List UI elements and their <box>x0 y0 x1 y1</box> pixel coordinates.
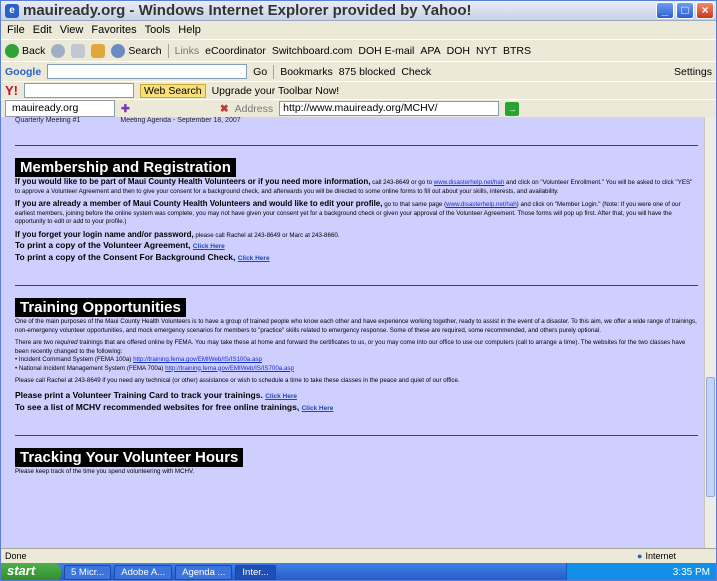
forward-arrow-icon[interactable] <box>51 43 66 58</box>
disasterhelp-link-2[interactable]: www.disasterhelp.net/hah <box>446 201 517 208</box>
clock: 3:35 PM <box>672 567 710 578</box>
globe-icon: ● <box>637 551 643 561</box>
link-nyt[interactable]: NYT <box>476 45 497 57</box>
training-heading: Training Opportunities <box>15 298 186 317</box>
training-websites: To see a list of MCHV recommended websit… <box>15 401 334 412</box>
menu-view[interactable]: View <box>60 24 84 36</box>
training-paragraph-2: There are two required trainings that ar… <box>15 339 686 372</box>
taskbar-item-ie[interactable]: Inter... <box>235 565 276 580</box>
start-button[interactable]: start <box>1 563 61 580</box>
search-button[interactable]: Search <box>111 43 162 58</box>
browser-window: e mauiready.org - Windows Internet Explo… <box>0 0 717 581</box>
membership-paragraph-1: If you would like to be part of Maui Cou… <box>15 177 693 195</box>
page-content: Quarterly Meeting #1 Meeting Agenda - Se… <box>1 117 706 548</box>
ie-logo-icon: e <box>5 3 19 18</box>
disasterhelp-link[interactable]: www.disasterhelp.net/hah <box>434 179 505 186</box>
security-zone: ● Internet <box>637 551 676 561</box>
links-label: Links <box>174 44 200 57</box>
menu-favorites[interactable]: Favorites <box>91 24 136 36</box>
title-bar: e mauiready.org - Windows Internet Explo… <box>1 1 716 21</box>
popups-blocked[interactable]: 875 blocked <box>339 66 396 78</box>
hours-paragraph: Please keep track of the time you spend … <box>15 467 195 475</box>
websites-click-here-link[interactable]: Click Here <box>302 405 334 412</box>
link-doh-email[interactable]: DOH E-mail <box>358 45 414 57</box>
go-icon[interactable]: → <box>505 101 520 116</box>
google-go-button[interactable]: Go <box>253 66 267 78</box>
training-card: Please print a Volunteer Training Card t… <box>15 389 297 400</box>
tab-mauiready[interactable]: mauiready.org <box>5 100 115 117</box>
divider <box>15 145 698 146</box>
training-paragraph-1: One of the main purposes of the Maui Cou… <box>15 318 697 334</box>
training-paragraph-3: Please call Rachel at 243-8649 if you ne… <box>15 377 460 384</box>
back-arrow-icon <box>5 43 19 58</box>
back-button[interactable]: Back <box>5 43 45 58</box>
close-button[interactable]: × <box>696 2 714 19</box>
meeting-date: Meeting Agenda - September 18, 2007 <box>120 117 241 124</box>
taskbar-item-word[interactable]: 5 Micr... <box>64 565 112 580</box>
link-apa[interactable]: APA <box>420 45 440 57</box>
meeting-number: Quarterly Meeting #1 <box>15 117 81 124</box>
fema-700a-link[interactable]: http://training.fema.gov/EMIWeb/IS/IS700… <box>165 365 294 372</box>
consent-click-here-link[interactable]: Click Here <box>238 255 270 262</box>
hours-heading: Tracking Your Volunteer Hours <box>15 447 244 467</box>
vertical-scrollbar[interactable] <box>704 117 716 548</box>
new-tab-icon[interactable]: ✚ <box>121 103 130 115</box>
membership-paragraph-2: If you are already a member of Maui Coun… <box>15 199 681 225</box>
window-title: mauiready.org - Windows Internet Explore… <box>23 2 472 19</box>
print-consent: To print a copy of the Consent For Backg… <box>15 252 270 262</box>
link-doh[interactable]: DOH <box>447 45 470 57</box>
meeting-header: Quarterly Meeting #1 Meeting Agenda - Se… <box>15 117 698 124</box>
status-bar: Done ● Internet <box>1 548 716 563</box>
maximize-button[interactable]: □ <box>676 2 694 19</box>
print-agreement: To print a copy of the Volunteer Agreeme… <box>15 240 225 250</box>
standard-toolbar: Back Search Links eCoordinator Switchboa… <box>1 39 716 61</box>
taskbar: start 5 Micr... Adobe A... Agenda ... In… <box>1 563 716 580</box>
login-help: If you forget your login name and/or pas… <box>15 229 340 239</box>
settings-button[interactable]: Settings <box>674 66 712 78</box>
system-tray: 3:35 PM <box>566 563 716 580</box>
taskbar-item-agenda[interactable]: Agenda ... <box>175 565 233 580</box>
menu-help[interactable]: Help <box>178 24 201 36</box>
google-logo-icon: Google <box>5 65 42 78</box>
tab-address-row: mauiready.org ✚ ✖ Address http://www.mau… <box>1 99 716 117</box>
home-icon[interactable] <box>91 43 106 58</box>
divider <box>15 434 698 436</box>
web-search-button[interactable]: Web Search <box>140 83 206 98</box>
google-toolbar: Google Go Bookmarks 875 blocked Check Se… <box>1 61 716 81</box>
agreement-click-here-link[interactable]: Click Here <box>193 243 225 250</box>
yahoo-logo-icon: Y! <box>5 83 18 98</box>
divider <box>15 285 698 286</box>
search-icon <box>111 43 126 58</box>
status-text: Done <box>5 551 27 561</box>
yahoo-toolbar: Y! Web Search Upgrade your Toolbar Now! <box>1 81 716 99</box>
link-btrs[interactable]: BTRS <box>503 45 531 57</box>
check-button[interactable]: Check <box>401 66 431 78</box>
menu-tools[interactable]: Tools <box>145 24 171 36</box>
minimize-button[interactable]: _ <box>656 2 674 19</box>
menu-edit[interactable]: Edit <box>33 24 52 36</box>
upgrade-toolbar-link[interactable]: Upgrade your Toolbar Now! <box>212 85 340 97</box>
address-label: Address <box>234 102 274 115</box>
yahoo-search-input[interactable] <box>24 83 134 98</box>
address-bar[interactable]: http://www.mauiready.org/MCHV/ <box>279 101 500 116</box>
link-switchboard[interactable]: Switchboard.com <box>272 45 353 57</box>
menu-bar: File Edit View Favorites Tools Help <box>1 21 716 39</box>
google-search-input[interactable] <box>47 64 248 79</box>
bookmarks-button[interactable]: Bookmarks <box>280 66 333 78</box>
scrollbar-thumb[interactable] <box>706 377 715 497</box>
close-tab-icon[interactable]: ✖ <box>220 103 229 115</box>
membership-heading: Membership and Registration <box>15 158 236 177</box>
link-ecoordinator[interactable]: eCoordinator <box>205 45 266 57</box>
fema-100a-link[interactable]: http://training.fema.gov/EMIWeb/IS/IS100… <box>133 356 262 363</box>
menu-file[interactable]: File <box>7 24 25 36</box>
refresh-icon[interactable] <box>71 43 86 58</box>
taskbar-item-adobe[interactable]: Adobe A... <box>114 565 173 580</box>
training-card-click-here-link[interactable]: Click Here <box>265 393 297 400</box>
